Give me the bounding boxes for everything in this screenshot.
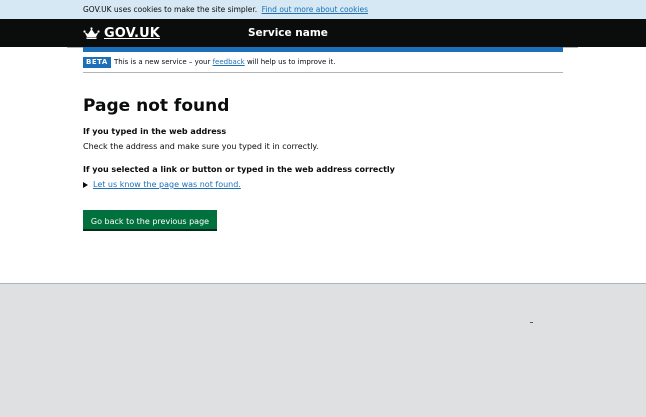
crown-icon (83, 27, 100, 39)
phase-text-before: This is a new service – your (114, 58, 211, 66)
govuk-logo-link[interactable]: GOV.UK (83, 26, 160, 41)
check-address-text: Check the address and make sure you type… (83, 142, 319, 151)
logo-text: GOV.UK (104, 26, 160, 41)
service-name-link[interactable]: Service name (248, 27, 328, 40)
details-report[interactable]: Let us know the page was not found. (83, 180, 241, 190)
cookie-message: GOV.UK uses cookies to make the site sim… (83, 5, 368, 15)
go-back-button[interactable]: Go back to the previous page (83, 210, 217, 229)
cookie-info-link[interactable]: Find out more about cookies (262, 5, 369, 14)
phase-text-after: will help us to improve it. (246, 58, 336, 66)
report-not-found-link[interactable]: Let us know the page was not found. (93, 180, 241, 190)
section-heading-selected-link: If you selected a link or button or type… (83, 165, 395, 174)
site-footer (0, 283, 646, 417)
page-title: Page not found (83, 96, 230, 116)
phase-banner-text: This is a new service – your feedback wi… (114, 58, 335, 67)
header-divider-left (67, 47, 83, 48)
feedback-link[interactable]: feedback (213, 58, 245, 66)
cookie-text: GOV.UK uses cookies to make the site sim… (83, 5, 258, 14)
footer-dash (530, 322, 533, 323)
phase-banner: BETA This is a new service – your feedba… (83, 56, 563, 73)
site-header: GOV.UK Service name (0, 19, 646, 47)
section-heading-typed-address: If you typed in the web address (83, 127, 227, 136)
header-divider-right (563, 47, 578, 48)
beta-tag: BETA (83, 57, 111, 68)
brand-bar (83, 47, 563, 52)
caret-right-icon (83, 182, 88, 188)
cookie-banner: GOV.UK uses cookies to make the site sim… (0, 0, 646, 19)
